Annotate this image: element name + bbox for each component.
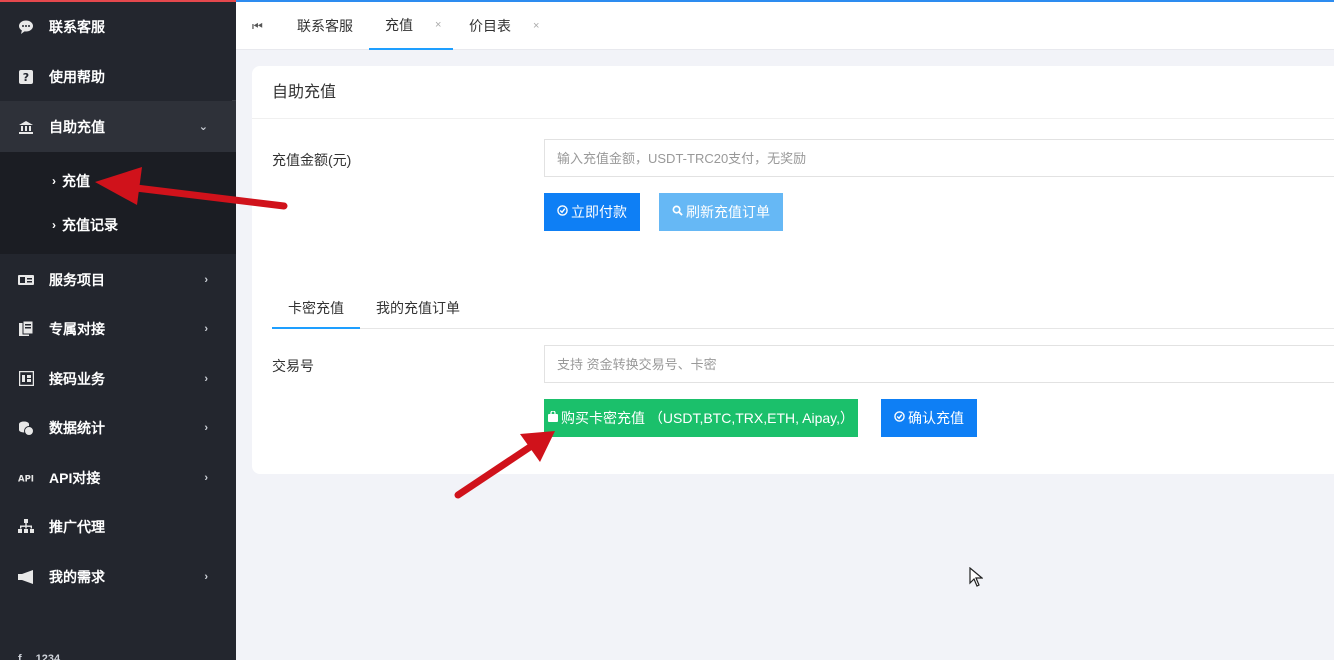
- refresh-orders-button[interactable]: 刷新充值订单: [659, 193, 783, 231]
- chat-bubble-icon: [18, 19, 34, 35]
- amount-label: 充值金额(元): [272, 152, 352, 168]
- check-circle-icon: [557, 205, 568, 219]
- facebook-icon: f: [18, 653, 22, 660]
- chevron-right-icon: ›: [204, 273, 208, 286]
- pay-now-label: 立即付款: [571, 204, 627, 220]
- chevron-right-icon: ›: [204, 372, 208, 385]
- close-icon[interactable]: ×: [533, 20, 539, 32]
- sidebar-item-sms-code[interactable]: 接码业务 ›: [0, 354, 236, 403]
- search-icon: [672, 205, 683, 219]
- svg-text:API: API: [18, 474, 34, 483]
- svg-text:?: ?: [23, 71, 29, 84]
- tabs-scroll-left-button[interactable]: ⏮: [252, 2, 263, 50]
- mouse-cursor-icon: [969, 567, 983, 587]
- chevron-right-icon: ›: [52, 218, 56, 232]
- sidebar-item-label: 服务项目: [49, 271, 105, 288]
- transaction-input[interactable]: [544, 345, 1334, 383]
- sidebar-item-promotion[interactable]: 推广代理: [0, 502, 236, 551]
- buy-card-recharge-button[interactable]: 购买卡密充值 （USDT,BTC,TRX,ETH, Aipay,）: [544, 399, 858, 437]
- shopping-bag-icon: [548, 410, 558, 425]
- sidebar-subitem-label: 充值: [62, 173, 90, 189]
- chevron-right-icon: ›: [204, 421, 208, 434]
- sidebar-item-label: 自助充值: [49, 118, 105, 135]
- sidebar-bottom-partial: f 1234: [18, 653, 60, 660]
- sidebar-item-help[interactable]: ? 使用帮助: [0, 52, 236, 101]
- sidebar-item-my-requests[interactable]: 我的需求 ›: [0, 552, 236, 601]
- close-icon[interactable]: ×: [435, 19, 441, 31]
- megaphone-icon: [18, 569, 34, 585]
- sidebar-item-contact[interactable]: 联系客服: [0, 2, 236, 51]
- chevron-right-icon: ›: [204, 471, 208, 484]
- api-icon: API: [18, 470, 34, 486]
- chevron-right-icon: ›: [52, 174, 56, 188]
- card-title: 自助充值: [252, 66, 1334, 119]
- sidebar-item-services[interactable]: 服务项目 ›: [0, 255, 236, 304]
- bank-icon: [18, 119, 34, 135]
- sidebar-item-label: 接码业务: [49, 370, 105, 387]
- sitemap-icon: [18, 519, 34, 535]
- chevron-right-icon: ›: [204, 322, 208, 335]
- tab-recharge[interactable]: 充值 ×: [369, 2, 453, 50]
- code-box-icon: [18, 371, 34, 387]
- confirm-recharge-label: 确认充值: [908, 410, 964, 426]
- sidebar-subitem-recharge[interactable]: › 充值: [0, 159, 236, 203]
- amount-input[interactable]: [544, 139, 1334, 177]
- buy-card-recharge-label: 购买卡密充值 （USDT,BTC,TRX,ETH, Aipay,）: [561, 410, 854, 426]
- tab-price-list[interactable]: 价目表 ×: [469, 2, 539, 50]
- tab-label: 充值: [385, 17, 413, 33]
- sidebar-subitem-label: 充值记录: [62, 217, 118, 233]
- transaction-label: 交易号: [272, 358, 314, 374]
- tab-label: 联系客服: [297, 18, 353, 34]
- sidebar-item-label: 我的需求: [49, 568, 105, 585]
- sidebar-item-label: 联系客服: [49, 18, 105, 35]
- sidebar-item-label: 数据统计: [49, 419, 105, 436]
- sidebar-item-dedicated[interactable]: 专属对接 ›: [0, 304, 236, 353]
- sidebar-item-label: API对接: [49, 469, 101, 486]
- subtab-card-recharge[interactable]: 卡密充值: [272, 288, 360, 329]
- sidebar-item-label: 推广代理: [49, 518, 105, 535]
- chevron-right-icon: ›: [204, 570, 208, 583]
- tab-label: 价目表: [469, 18, 511, 34]
- sidebar: 联系客服 ? 使用帮助 自助充值 ⌄ › 充值 › 充值记录 服务项目 › 专属…: [0, 0, 236, 660]
- sidebar-item-statistics[interactable]: 数据统计 ›: [0, 403, 236, 452]
- tab-contact[interactable]: 联系客服: [297, 2, 353, 50]
- confirm-recharge-button[interactable]: 确认充值: [881, 399, 977, 437]
- question-icon: ?: [18, 69, 34, 85]
- subtab-my-orders[interactable]: 我的充值订单: [360, 288, 476, 329]
- sidebar-item-api[interactable]: API API对接 ›: [0, 453, 236, 502]
- sidebar-item-self-recharge[interactable]: 自助充值 ⌄: [0, 101, 236, 152]
- skip-back-icon: ⏮: [252, 18, 263, 33]
- sidebar-item-label: 专属对接: [49, 320, 105, 337]
- sidebar-subitem-recharge-records[interactable]: › 充值记录: [0, 203, 236, 247]
- top-tab-bar: ⏮ 联系客服 充值 × 价目表 ×: [236, 0, 1334, 50]
- check-circle-icon: [894, 411, 905, 425]
- id-card-icon: [18, 272, 34, 288]
- pay-now-button[interactable]: 立即付款: [544, 193, 640, 231]
- chevron-down-icon: ⌄: [198, 121, 208, 133]
- coins-icon: [18, 420, 34, 436]
- refresh-orders-label: 刷新充值订单: [686, 204, 770, 220]
- recharge-card: 自助充值 充值金额(元) 立即付款 刷新充值订单 卡密充值 我的充值订单 交易号…: [252, 66, 1334, 474]
- recharge-subtabs: 卡密充值 我的充值订单: [272, 288, 1334, 329]
- sidebar-item-label: 使用帮助: [49, 68, 105, 85]
- document-icon: [18, 320, 34, 337]
